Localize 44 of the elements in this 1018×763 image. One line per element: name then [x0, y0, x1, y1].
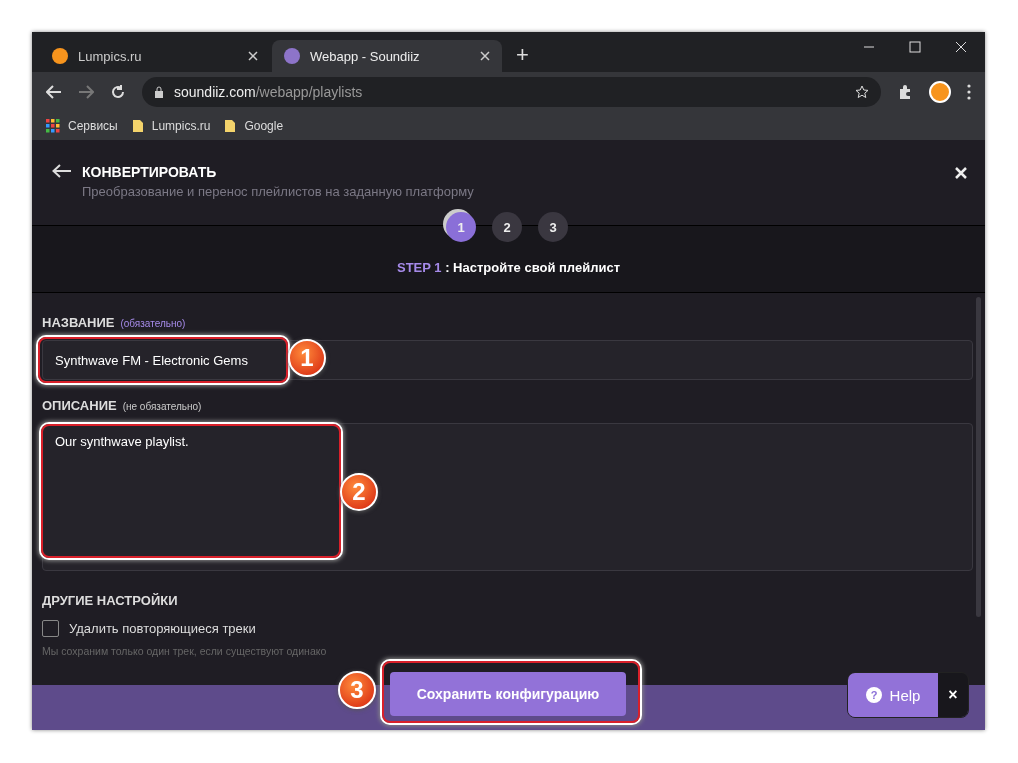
bookmark[interactable]: Сервисы: [46, 119, 118, 133]
bookmark[interactable]: Google: [224, 119, 284, 133]
close-icon[interactable]: [955, 167, 967, 179]
address-bar[interactable]: soundiiz.com/webapp/playlists: [142, 77, 881, 107]
apps-grid-icon: [46, 119, 60, 133]
avatar[interactable]: [929, 81, 951, 103]
new-tab-button[interactable]: +: [516, 42, 529, 68]
field-label: ОПИСАНИЕ: [42, 398, 117, 413]
puzzle-icon[interactable]: [897, 84, 913, 100]
help-button[interactable]: ? Help: [848, 673, 938, 717]
question-icon: ?: [865, 687, 882, 703]
music-favicon-icon: [284, 48, 300, 64]
step-indicator[interactable]: 2: [492, 212, 522, 242]
checkbox-label: Удалить повторяющиеся треки: [69, 621, 256, 636]
back-arrow-icon[interactable]: [52, 164, 72, 178]
star-icon[interactable]: [855, 85, 869, 99]
optional-hint: (не обязательно): [122, 401, 202, 412]
checkbox[interactable]: [42, 620, 59, 637]
back-arrow-icon[interactable]: [46, 85, 62, 99]
browser-tab[interactable]: Lumpics.ru: [40, 40, 270, 72]
required-hint: (обязательно): [120, 318, 186, 329]
folder-icon: [132, 120, 143, 132]
reload-icon[interactable]: [110, 84, 126, 100]
menu-icon[interactable]: [967, 84, 971, 100]
lock-icon: [154, 86, 164, 98]
tab-title: Webapp - Soundiiz: [310, 48, 421, 64]
tab-title: Lumpics.ru: [78, 48, 143, 64]
maximize-icon[interactable]: [909, 41, 921, 53]
forward-arrow-icon[interactable]: [78, 85, 94, 99]
fruit-favicon-icon: [52, 48, 68, 64]
browser-tab[interactable]: Webapp - Soundiiz: [272, 40, 502, 72]
step-indicator[interactable]: 3: [538, 212, 568, 242]
close-tab-icon[interactable]: [480, 51, 490, 61]
page-subtitle: Преобразование и перенос плейлистов на заданную платформу: [82, 184, 474, 199]
hint-text: Мы сохраним только один трек, если существуют одинако: [42, 645, 328, 657]
section-title: ДРУГИЕ НАСТРОЙКИ: [42, 593, 179, 608]
folder-icon: [225, 120, 236, 132]
close-help-button[interactable]: ×: [938, 673, 968, 717]
field-label: НАЗВАНИЕ: [42, 315, 115, 330]
close-tab-icon[interactable]: [248, 51, 258, 61]
page-title: КОНВЕРТИРОВАТЬ: [82, 164, 218, 180]
close-icon[interactable]: [955, 41, 967, 53]
save-button[interactable]: Сохранить конфигурацию: [390, 672, 626, 716]
bookmark[interactable]: Lumpics.ru: [131, 119, 211, 133]
